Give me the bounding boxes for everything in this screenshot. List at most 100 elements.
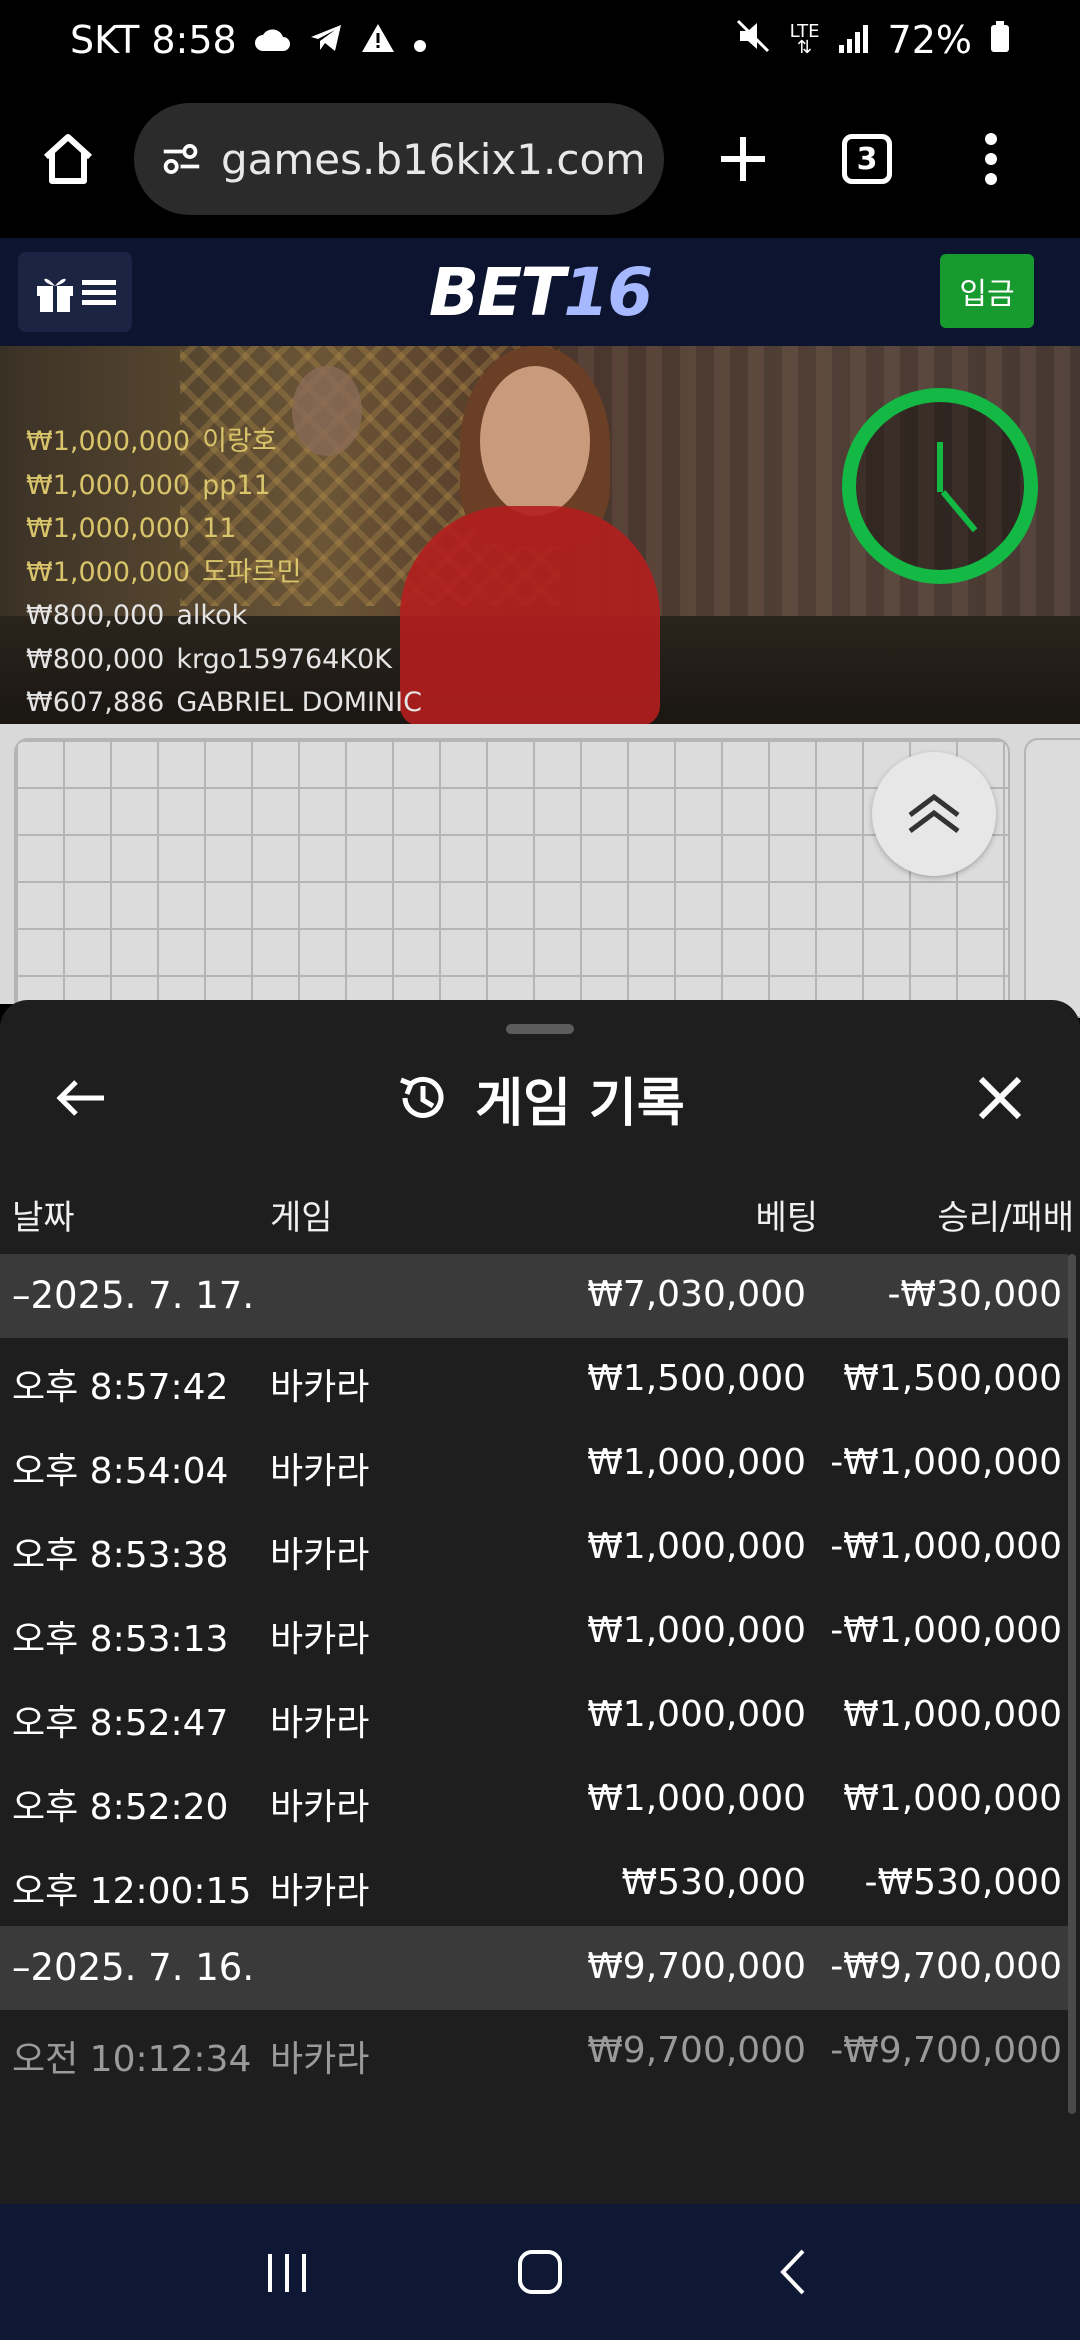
close-icon <box>978 1076 1022 1120</box>
winner-name: 이랑호 <box>202 426 277 457</box>
winner-name: 11 <box>202 513 237 544</box>
menu-icon <box>82 280 116 305</box>
close-button[interactable] <box>960 1058 1040 1138</box>
column-header-game[interactable]: 게임 <box>270 1190 333 1239</box>
site-settings-icon[interactable] <box>160 139 203 179</box>
history-row[interactable]: 오후 8:53:13 바카라 ₩1,000,000 -₩1,000,000 <box>0 1590 1068 1674</box>
column-header-date[interactable]: 날짜 <box>12 1190 75 1239</box>
row-time: 오후 8:52:20 <box>12 1787 229 1828</box>
group-date: –2025. 7. 16. <box>12 1946 255 1989</box>
tab-switcher-button[interactable]: 3 <box>822 114 912 204</box>
row-bet: ₩1,000,000 <box>587 1610 806 1651</box>
history-date-group-row[interactable]: –2025. 7. 16. ₩9,700,000 -₩9,700,000 <box>0 1926 1068 2010</box>
row-time: 오후 8:54:04 <box>12 1451 229 1492</box>
game-history-sheet: 게임 기록 날짜 게임 베팅 승리/패배 –2025. 7. 17. ₩7,030… <box>0 1000 1080 2204</box>
bet-timer-icon <box>842 388 1038 584</box>
lte-icon: LTE ⇅ <box>789 21 820 58</box>
winner-entry: ₩800,000 krgo159764K0K <box>26 638 422 682</box>
history-row[interactable]: 오후 8:53:38 바카라 ₩1,000,000 -₩1,000,000 <box>0 1506 1068 1590</box>
winner-amount: ₩1,000,000 <box>26 469 191 501</box>
row-bet: ₩530,000 <box>621 1862 806 1903</box>
new-tab-button[interactable] <box>698 114 788 204</box>
row-game: 바카라 <box>270 1535 370 1576</box>
history-row[interactable]: 오후 8:52:47 바카라 ₩1,000,000 ₩1,000,000 <box>0 1674 1068 1758</box>
row-time: 오후 8:53:38 <box>12 1535 229 1576</box>
group-date: –2025. 7. 17. <box>12 1274 255 1317</box>
row-time: 오후 8:57:42 <box>12 1367 229 1408</box>
row-result: -₩9,700,000 <box>830 2030 1062 2071</box>
live-video[interactable]: ₩1,000,000 이랑호 ₩1,000,000 pp11 ₩1,000,000 11 ₩… <box>0 346 1080 724</box>
logo-text-16: 16 <box>563 253 653 331</box>
history-column-headers: 날짜 게임 베팅 승리/패배 <box>0 1178 1080 1248</box>
history-row[interactable]: 오후 12:00:15 바카라 ₩530,000 -₩530,000 <box>0 1842 1068 1926</box>
winner-name: alkok <box>176 600 248 631</box>
history-row[interactable]: 오후 8:52:20 바카라 ₩1,000,000 ₩1,000,000 <box>0 1758 1068 1842</box>
winner-entry: ₩800,000 alkok <box>26 594 422 638</box>
row-bet: ₩1,000,000 <box>587 1442 806 1483</box>
home-nav-button[interactable] <box>490 2222 590 2322</box>
plus-icon <box>721 137 765 181</box>
back-nav-button[interactable] <box>743 2222 843 2322</box>
url-text[interactable]: games.b16kix1.com/l <box>221 135 642 184</box>
gift-icon <box>37 278 73 312</box>
history-rows: –2025. 7. 17. ₩7,030,000 -₩30,000 오후 8:57:4… <box>0 1254 1068 2094</box>
row-bet: ₩1,000,000 <box>587 1526 806 1567</box>
mute-icon <box>736 18 772 62</box>
double-chevron-up-icon <box>908 793 960 833</box>
winner-entry: ₩1,000,000 pp11 <box>26 464 422 508</box>
home-square-icon <box>517 2250 562 2294</box>
deposit-button[interactable]: 입금 <box>940 254 1034 328</box>
winner-amount: ₩607,886 <box>26 687 165 718</box>
battery-percent: 72% <box>887 18 972 62</box>
row-game: 바카라 <box>270 1787 370 1828</box>
row-result: ₩1,000,000 <box>843 1778 1062 1819</box>
timer-hand <box>940 490 978 533</box>
back-button[interactable] <box>40 1058 120 1138</box>
address-bar[interactable]: games.b16kix1.com/l <box>134 103 664 215</box>
cloud-icon <box>254 18 291 62</box>
row-time: 오전 10:12:34 <box>12 2039 252 2080</box>
winner-amount: ₩1,000,000 <box>26 426 191 457</box>
row-game: 바카라 <box>270 1703 370 1744</box>
browser-toolbar: games.b16kix1.com/l 3 <box>0 80 1080 238</box>
gift-menu-button[interactable] <box>18 252 132 332</box>
system-navigation-bar <box>0 2204 1080 2340</box>
dealer-dress <box>400 506 660 724</box>
row-bet: ₩1,000,000 <box>587 1778 806 1819</box>
history-scrollbar[interactable] <box>1068 1254 1076 2114</box>
site-header: BET16 입금 <box>0 238 1080 346</box>
column-header-result[interactable]: 승리/패배 <box>937 1190 1074 1239</box>
chevron-left-icon <box>780 2249 805 2295</box>
carrier-time: SKT 8:58 <box>70 18 237 62</box>
arrow-left-icon <box>56 1080 104 1116</box>
scroll-up-button[interactable] <box>872 752 996 876</box>
warning-icon <box>361 18 395 62</box>
status-bar: SKT 8:58 LTE ⇅ 72% <box>0 0 1080 80</box>
dot-icon <box>413 18 427 62</box>
history-row[interactable]: 오후 8:54:04 바카라 ₩1,000,000 -₩1,000,000 <box>0 1422 1068 1506</box>
history-date-group-row[interactable]: –2025. 7. 17. ₩7,030,000 -₩30,000 <box>0 1254 1068 1338</box>
history-row[interactable]: 오후 8:57:42 바카라 ₩1,500,000 ₩1,500,000 <box>0 1338 1068 1422</box>
status-right: LTE ⇅ 72% <box>736 18 1010 62</box>
group-result-total: -₩9,700,000 <box>830 1946 1062 1987</box>
dealer-head <box>480 366 590 516</box>
history-row[interactable]: 오전 10:12:34 바카라 ₩9,700,000 -₩9,700,000 <box>0 2010 1068 2094</box>
site-logo[interactable]: BET16 <box>428 253 653 331</box>
winner-entry: ₩1,000,000 이랑호 <box>26 420 422 464</box>
winner-amount: ₩1,000,000 <box>26 513 191 544</box>
sheet-drag-handle[interactable] <box>506 1024 574 1034</box>
row-game: 바카라 <box>270 1619 370 1660</box>
home-icon <box>43 134 93 184</box>
recent-apps-button[interactable] <box>237 2222 337 2322</box>
home-button[interactable] <box>28 119 108 199</box>
winner-entry: ₩607,886 GABRIEL DOMINIC <box>26 681 422 724</box>
big-road-grid <box>1024 738 1080 1018</box>
logo-text-bet: BET <box>428 253 565 331</box>
row-bet: ₩1,000,000 <box>587 1694 806 1735</box>
column-header-bet[interactable]: 베팅 <box>755 1190 818 1239</box>
history-icon <box>400 1076 444 1118</box>
status-left: SKT 8:58 <box>70 18 427 62</box>
row-result: ₩1,000,000 <box>843 1694 1062 1735</box>
browser-menu-button[interactable] <box>946 114 1036 204</box>
row-result: -₩1,000,000 <box>830 1526 1062 1567</box>
